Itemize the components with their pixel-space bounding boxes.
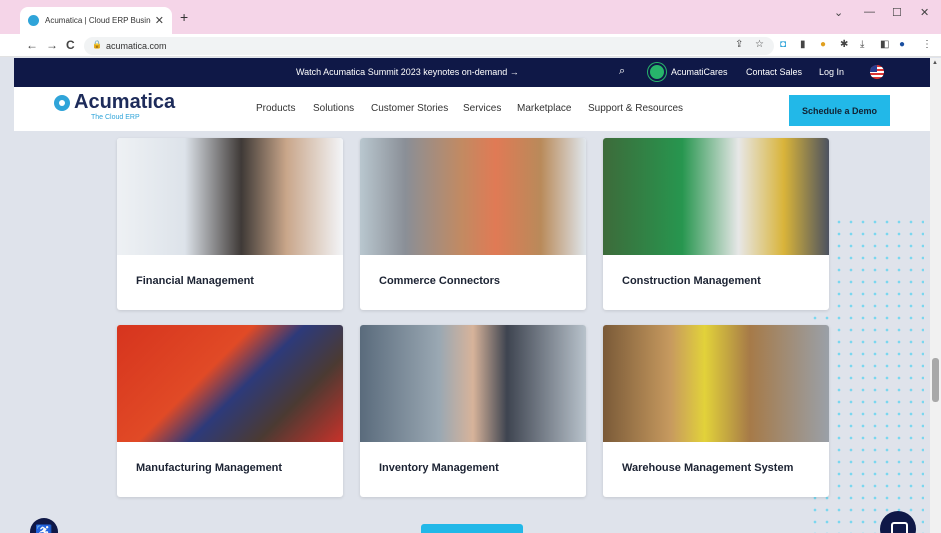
extensions-puzzle-icon[interactable]: ✱: [840, 39, 848, 50]
tab-search-chevron-icon[interactable]: ⌄: [834, 6, 843, 19]
us-flag-icon[interactable]: [870, 65, 884, 79]
product-grid-section: Financial Management Commerce Connectors…: [14, 131, 930, 533]
side-panel-icon[interactable]: ◧: [880, 39, 889, 50]
schedule-demo-button[interactable]: Schedule a Demo: [789, 95, 890, 126]
url-field[interactable]: 🔒 acumatica.com: [84, 37, 774, 55]
acumatica-logo-icon[interactable]: [54, 95, 70, 111]
forward-button[interactable]: →: [46, 38, 58, 52]
accessibility-icon[interactable]: ♿: [30, 518, 58, 533]
acumaticares-link[interactable]: AcumatiCares: [671, 67, 728, 77]
nav-services[interactable]: Services: [463, 103, 501, 114]
extension-icon[interactable]: ●: [820, 39, 826, 50]
card-construction-management[interactable]: Construction Management: [603, 138, 829, 310]
card-image: [360, 325, 586, 442]
card-image: [360, 138, 586, 255]
card-label: Financial Management: [136, 275, 254, 287]
nav-solutions[interactable]: Solutions: [313, 103, 354, 114]
nav-products[interactable]: Products: [256, 103, 295, 114]
nav-marketplace[interactable]: Marketplace: [517, 103, 571, 114]
logo-text[interactable]: Acumatica: [74, 91, 175, 114]
bookmark-star-icon[interactable]: ☆: [755, 39, 764, 50]
login-link[interactable]: Log In: [819, 67, 844, 77]
browser-tab-bar: Acumatica | Cloud ERP Business ✕ + ⌄ — ☐…: [0, 0, 941, 34]
card-image: [117, 138, 343, 255]
contact-sales-link[interactable]: Contact Sales: [746, 67, 802, 77]
tab-title: Acumatica | Cloud ERP Business: [45, 16, 151, 25]
nav-customer-stories[interactable]: Customer Stories: [371, 103, 448, 114]
profile-avatar[interactable]: ●: [899, 39, 905, 50]
extension-icon[interactable]: ◘: [780, 39, 786, 50]
card-commerce-connectors[interactable]: Commerce Connectors: [360, 138, 586, 310]
card-label: Construction Management: [622, 275, 761, 287]
minimize-button[interactable]: —: [864, 6, 875, 18]
maximize-button[interactable]: ☐: [892, 6, 902, 19]
reload-button[interactable]: C: [66, 38, 75, 52]
lock-icon: 🔒: [92, 40, 102, 49]
acumaticares-icon: [648, 63, 666, 81]
scrollbar-thumb[interactable]: [932, 358, 939, 402]
card-label: Inventory Management: [379, 462, 499, 474]
logo-tagline: The Cloud ERP: [91, 114, 140, 121]
browser-tab[interactable]: Acumatica | Cloud ERP Business ✕: [20, 7, 172, 34]
nav-support-resources[interactable]: Support & Resources: [588, 103, 683, 114]
tab-close-icon[interactable]: ✕: [155, 14, 164, 27]
card-label: Commerce Connectors: [379, 275, 501, 287]
card-label: Warehouse Management System: [622, 462, 794, 474]
search-icon[interactable]: ⌕: [619, 65, 625, 78]
card-label: Manufacturing Management: [136, 462, 283, 474]
back-button[interactable]: ←: [26, 38, 38, 52]
scroll-up-arrow-icon[interactable]: ▲: [932, 60, 938, 66]
extension-icon[interactable]: ▮: [800, 39, 806, 50]
card-financial-management[interactable]: Financial Management: [117, 138, 343, 310]
card-image: [603, 138, 829, 255]
site-header: Acumatica The Cloud ERP Products Solutio…: [14, 87, 930, 131]
acumatica-favicon-icon: [28, 15, 39, 26]
card-manufacturing-management[interactable]: Manufacturing Management: [117, 325, 343, 497]
page-scrollbar[interactable]: ▲: [930, 58, 941, 533]
download-icon[interactable]: ⤓: [860, 39, 864, 50]
section-cta-button[interactable]: [421, 524, 523, 533]
address-bar: ← → C 🔒 acumatica.com ⇪ ☆ ◘ ▮ ● ✱ ⤓ ◧ ● …: [0, 34, 941, 57]
promo-bar: Watch Acumatica Summit 2023 keynotes on-…: [14, 58, 930, 87]
card-image: [603, 325, 829, 442]
card-warehouse-management-system[interactable]: Warehouse Management System: [603, 325, 829, 497]
share-icon[interactable]: ⇪: [735, 39, 743, 50]
card-inventory-management[interactable]: Inventory Management: [360, 325, 586, 497]
new-tab-button[interactable]: +: [180, 9, 188, 25]
url-text: acumatica.com: [106, 41, 167, 51]
summit-promo-link[interactable]: Watch Acumatica Summit 2023 keynotes on-…: [296, 67, 519, 77]
browser-menu-icon[interactable]: ⋮: [922, 39, 932, 50]
card-image: [117, 325, 343, 442]
window-close-button[interactable]: ✕: [920, 6, 929, 19]
